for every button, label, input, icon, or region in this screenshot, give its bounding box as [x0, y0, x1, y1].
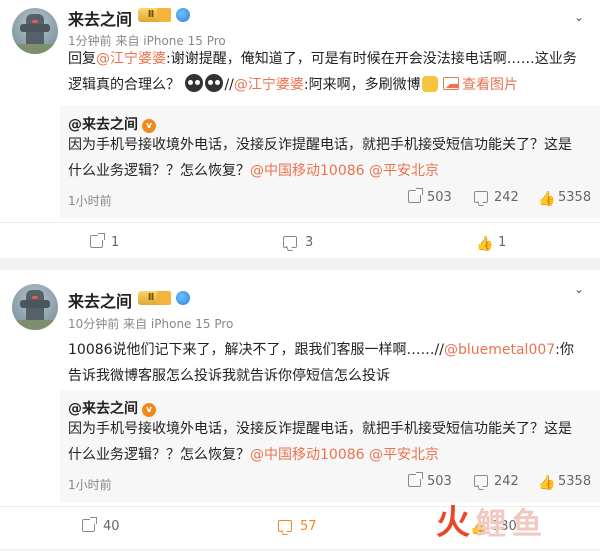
quoted-time[interactable]: 1小时前: [68, 192, 112, 209]
quoted-comments-value: 242: [494, 190, 519, 205]
post-time[interactable]: 10分钟前: [68, 317, 119, 331]
like-icon: 👍: [476, 236, 494, 252]
comment-icon: [474, 475, 488, 487]
like-icon: 👍: [538, 191, 556, 207]
comment-button[interactable]: 57: [278, 519, 317, 534]
quoted-like-count[interactable]: 👍 5358: [538, 190, 591, 206]
chevron-down-icon[interactable]: ⌄: [574, 282, 584, 296]
watermark-text: 鲤鱼: [476, 507, 548, 542]
verified-v-icon: v: [142, 119, 156, 133]
quoted-likes-value: 5358: [558, 190, 592, 205]
quoted-text: 因为手机号接收境外电话，没接反诈提醒电话，就把手机接受短信功能关了？这是什么业务…: [68, 416, 583, 468]
post-text: 回复@江宁婆婆:谢谢提醒，俺知道了，可是有时候在开会没法接电话啊……这业务逻辑真…: [68, 46, 584, 98]
globe-badge-icon[interactable]: [176, 8, 190, 22]
share-icon: [408, 472, 423, 487]
watermark-logo: 火 鲤鱼: [436, 503, 586, 543]
emoji-icon: [421, 76, 438, 92]
share-icon: [82, 517, 97, 532]
quoted-comment-count[interactable]: 242: [474, 474, 519, 489]
weibo-post: 来去之间 Ⅱ 1分钟前 来自 iPhone 15 Pro ⌄ 回复@江宁婆婆:谢…: [0, 0, 600, 258]
quoted-reposts-value: 503: [427, 190, 452, 205]
repost-count: 40: [103, 519, 120, 534]
mention-link[interactable]: @江宁婆婆: [234, 77, 304, 93]
author-name[interactable]: 来去之间: [68, 288, 132, 312]
mention-link[interactable]: @平安北京: [369, 447, 439, 463]
comment-count: 3: [305, 235, 314, 250]
post-body: 10086说他们记下来了，解决不了，跟我们客服一样啊……//: [68, 342, 444, 358]
quoted-author-name: @来去之间: [68, 401, 138, 417]
author-name[interactable]: 来去之间: [68, 6, 132, 30]
emoji-icon: [185, 74, 204, 92]
post-footer: 1 3 👍 1: [0, 222, 600, 267]
repost-text: :阿来啊，多刷微博: [303, 77, 421, 93]
quoted-time[interactable]: 1小时前: [68, 476, 112, 493]
mention-link[interactable]: @平安北京: [369, 163, 439, 179]
share-icon: [90, 233, 105, 248]
like-icon: 👍: [538, 475, 556, 491]
quoted-like-count[interactable]: 👍 5358: [538, 474, 591, 490]
globe-badge-icon[interactable]: [176, 291, 190, 305]
view-image-label: 查看图片: [462, 77, 519, 93]
repost-button[interactable]: 1: [90, 233, 120, 250]
view-image-link[interactable]: 查看图片: [443, 77, 518, 93]
like-button[interactable]: 👍 1: [476, 235, 506, 251]
post-text: 10086说他们记下来了，解决不了，跟我们客服一样啊……//@bluemetal…: [68, 337, 584, 389]
image-icon: [443, 77, 460, 90]
comment-icon: [278, 520, 292, 532]
comment-count: 57: [300, 519, 317, 534]
quoted-comment-count[interactable]: 242: [474, 190, 519, 205]
repost-button[interactable]: 40: [82, 517, 120, 534]
quoted-text: 因为手机号接收境外电话，没接反诈提醒电话，就把手机接受短信功能关了？这是什么业务…: [68, 132, 583, 184]
quoted-author-name: @来去之间: [68, 117, 138, 133]
comment-icon: [474, 191, 488, 203]
post-source: 来自 iPhone 15 Pro: [123, 317, 234, 331]
repost-count: 1: [111, 235, 120, 250]
quoted-author[interactable]: @来去之间 v: [68, 114, 156, 134]
quoted-author[interactable]: @来去之间 v: [68, 398, 156, 418]
quoted-comments-value: 242: [494, 474, 519, 489]
mention-link[interactable]: @中国移动10086: [250, 163, 365, 179]
avatar[interactable]: [12, 284, 58, 330]
level-badge-icon: [157, 291, 171, 305]
mention-link[interactable]: @中国移动10086: [250, 447, 365, 463]
mention-link[interactable]: @bluemetal007: [444, 342, 555, 358]
quoted-reposts-value: 503: [427, 474, 452, 489]
reply-prefix: 回复: [68, 51, 96, 67]
watermark-char: 火: [436, 503, 470, 543]
comment-button[interactable]: 3: [283, 235, 313, 250]
quoted-repost-count[interactable]: 503: [408, 188, 452, 205]
repost-separator: //: [224, 77, 234, 93]
avatar[interactable]: [12, 8, 58, 54]
verified-v-icon: v: [142, 403, 156, 417]
quoted-repost-count[interactable]: 503: [408, 472, 452, 489]
quoted-post[interactable]: @来去之间 v 因为手机号接收境外电话，没接反诈提醒电话，就把手机接受短信功能关了…: [60, 390, 600, 502]
mention-link[interactable]: @江宁婆婆: [96, 51, 166, 67]
emoji-icon: [205, 74, 224, 92]
share-icon: [408, 188, 423, 203]
comment-icon: [283, 236, 297, 248]
like-count: 1: [498, 235, 507, 250]
quoted-likes-value: 5358: [558, 474, 592, 489]
level-badge-icon: [157, 8, 171, 22]
post-meta: 10分钟前 来自 iPhone 15 Pro: [68, 315, 233, 332]
quoted-post[interactable]: @来去之间 v 因为手机号接收境外电话，没接反诈提醒电话，就把手机接受短信功能关了…: [60, 106, 600, 218]
chevron-down-icon[interactable]: ⌄: [574, 10, 584, 24]
